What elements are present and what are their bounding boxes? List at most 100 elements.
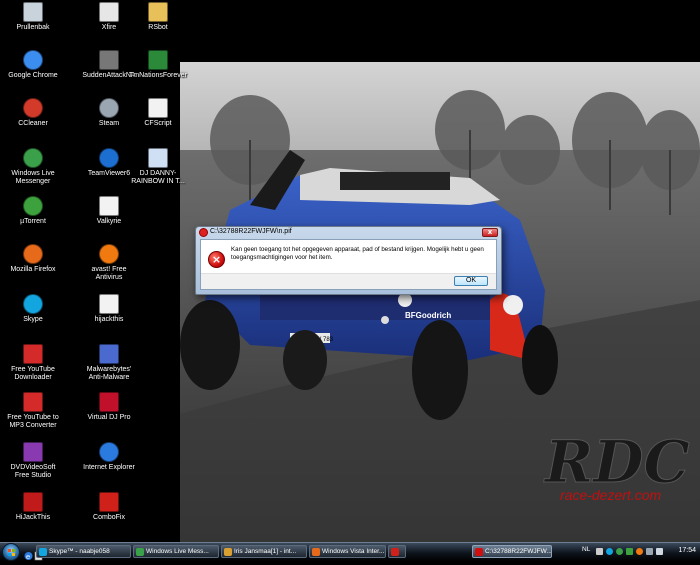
chrome-icon bbox=[23, 50, 43, 70]
desktop-icon-dvdvideosoft[interactable]: DVDVideoSoft Free Studio bbox=[2, 442, 64, 480]
clock[interactable]: 17:54 bbox=[678, 547, 696, 554]
xfire-icon bbox=[99, 2, 119, 22]
desktop-icon-label: Valkyrie bbox=[96, 218, 122, 225]
desktop-icon-label: ComboFix bbox=[93, 514, 125, 521]
utorrent-icon bbox=[23, 196, 43, 216]
desktop-icon-label: Google Chrome bbox=[8, 72, 58, 79]
chevron-up-icon[interactable] bbox=[596, 548, 603, 555]
language-indicator[interactable]: NL bbox=[582, 546, 590, 553]
image-icon bbox=[224, 548, 232, 556]
desktop-icon-combofix[interactable]: ComboFix bbox=[78, 492, 140, 522]
desktop-icon-ccleaner[interactable]: CCleaner bbox=[2, 98, 64, 128]
desktop-icon-messenger[interactable]: Windows Live Messenger bbox=[2, 148, 64, 186]
desktop-icon-label: CCleaner bbox=[18, 120, 48, 127]
folder-icon bbox=[148, 2, 168, 22]
document-icon bbox=[99, 294, 119, 314]
youtube-downloader-icon bbox=[23, 344, 43, 364]
desktop-icon-skype[interactable]: Skype bbox=[2, 294, 64, 324]
youtube-mp3-icon bbox=[23, 392, 43, 412]
dvdvideosoft-icon bbox=[23, 442, 43, 462]
desktop-icon-hijackthis[interactable]: HiJackThis bbox=[2, 492, 64, 522]
error-icon bbox=[475, 548, 483, 556]
desktop-icon-label: Free YouTube Downloader bbox=[11, 366, 55, 381]
desktop-icon-game[interactable]: TmNationsForever bbox=[127, 50, 189, 80]
desktop-icon-label: Virtual DJ Pro bbox=[87, 414, 131, 421]
desktop-icon-virtualdj[interactable]: Virtual DJ Pro bbox=[78, 392, 140, 422]
messenger-tray-icon[interactable] bbox=[616, 548, 623, 555]
volume-icon[interactable] bbox=[656, 548, 663, 555]
ccleaner-icon bbox=[23, 98, 43, 118]
desktop-icon-label: HiJackThis bbox=[15, 514, 51, 521]
ie-icon bbox=[99, 442, 119, 462]
rdc-logo-url: race-dezert.com bbox=[560, 487, 661, 503]
messenger-icon bbox=[23, 148, 43, 168]
dialog-body: × Kan geen toegang tot het opgegeven app… bbox=[200, 239, 497, 290]
document-icon bbox=[99, 196, 119, 216]
dialog-footer: OK bbox=[201, 273, 496, 289]
combofix-icon bbox=[391, 548, 399, 556]
dialog-titlebar[interactable]: C:\32788R22FWJFW\n.pif x bbox=[196, 227, 501, 239]
desktop-icon-utorrent[interactable]: µTorrent bbox=[2, 196, 64, 226]
desktop-icon-label: CFScript bbox=[144, 120, 172, 127]
desktop-icon-document[interactable]: hijackthis bbox=[78, 294, 140, 324]
taskbar-button-label: Skype™ - naabje058 bbox=[49, 548, 110, 555]
desktop-icon-label: Internet Explorer bbox=[83, 464, 135, 471]
desktop-icon-label: µTorrent bbox=[20, 218, 46, 225]
windows-logo-icon bbox=[8, 549, 15, 556]
taskbar-button-label: C:\32788R22FWJFW... bbox=[485, 548, 552, 555]
document-icon bbox=[148, 98, 168, 118]
utorrent-tray-icon[interactable] bbox=[626, 548, 633, 555]
taskbar-button-label: Windows Live Mess... bbox=[146, 548, 209, 555]
desktop-icon-recycle-bin[interactable]: Prullenbak bbox=[2, 2, 64, 32]
taskbar-button-skype[interactable]: Skype™ - naabje058 bbox=[36, 545, 131, 558]
desktop-icon-ie[interactable]: Internet Explorer bbox=[78, 442, 140, 472]
desktop-icon-label: TmNationsForever bbox=[129, 72, 187, 79]
taskbar-button-messenger[interactable]: Windows Live Mess... bbox=[133, 545, 219, 558]
recycle-bin-icon bbox=[23, 2, 43, 22]
desktop-icon-label: avast! Free Antivirus bbox=[91, 266, 127, 281]
game-icon bbox=[148, 50, 168, 70]
desktop-icon-youtube-downloader[interactable]: Free YouTube Downloader bbox=[2, 344, 64, 382]
desktop-icon-label: DVDVideoSoft Free Studio bbox=[10, 464, 56, 479]
taskbar-button-error[interactable]: C:\32788R22FWJFW... bbox=[472, 545, 552, 558]
error-dialog: C:\32788R22FWJFW\n.pif x × Kan geen toeg… bbox=[195, 226, 502, 295]
desktop-icon-chrome[interactable]: Google Chrome bbox=[2, 50, 64, 80]
desktop-icon-folder[interactable]: RSbot bbox=[127, 2, 189, 32]
teamviewer-icon bbox=[99, 148, 119, 168]
audio-file-icon bbox=[148, 148, 168, 168]
close-button[interactable]: x bbox=[482, 228, 498, 237]
virtualdj-icon bbox=[99, 392, 119, 412]
hijackthis-icon bbox=[23, 492, 43, 512]
desktop-icon-label: RSbot bbox=[148, 24, 168, 31]
desktop-icon-avast[interactable]: avast! Free Antivirus bbox=[78, 244, 140, 282]
start-button[interactable] bbox=[2, 543, 20, 561]
combofix-icon bbox=[99, 492, 119, 512]
game-icon bbox=[99, 50, 119, 70]
steam-icon bbox=[99, 98, 119, 118]
firefox-icon bbox=[312, 548, 320, 556]
desktop-icon-document[interactable]: Valkyrie bbox=[78, 196, 140, 226]
firefox-icon bbox=[23, 244, 43, 264]
desktop-icon-label: Skype bbox=[23, 316, 43, 323]
rdc-logo: RDC bbox=[543, 428, 690, 496]
skype-icon bbox=[39, 548, 47, 556]
desktop-icon-firefox[interactable]: Mozilla Firefox bbox=[2, 244, 64, 274]
taskbar-button-combofix[interactable] bbox=[388, 545, 406, 558]
desktop-icon-label: DJ DANNY-RAINBOW IN T... bbox=[131, 170, 185, 185]
desktop-icon-malwarebytes[interactable]: Malwarebytes' Anti-Malware bbox=[78, 344, 140, 382]
app-icon bbox=[199, 228, 208, 237]
quicklaunch-ie-icon[interactable]: e bbox=[24, 546, 33, 561]
avast-tray-icon[interactable] bbox=[636, 548, 643, 555]
desktop-icon-audio-file[interactable]: DJ DANNY-RAINBOW IN T... bbox=[127, 148, 189, 186]
desktop-icon-youtube-mp3[interactable]: Free YouTube to MP3 Converter bbox=[2, 392, 64, 430]
skype-icon bbox=[23, 294, 43, 314]
taskbar-button-label: Windows Vista Inter... bbox=[322, 548, 385, 555]
avast-icon bbox=[99, 244, 119, 264]
network-icon[interactable] bbox=[646, 548, 653, 555]
taskbar-button-label: Iris Jansmaa[1] - int... bbox=[234, 548, 297, 555]
ok-button[interactable]: OK bbox=[454, 276, 488, 286]
skype-tray-icon[interactable] bbox=[606, 548, 613, 555]
taskbar-button-firefox[interactable]: Windows Vista Inter... bbox=[309, 545, 386, 558]
taskbar-button-image[interactable]: Iris Jansmaa[1] - int... bbox=[221, 545, 307, 558]
desktop-icon-document[interactable]: CFScript bbox=[127, 98, 189, 128]
